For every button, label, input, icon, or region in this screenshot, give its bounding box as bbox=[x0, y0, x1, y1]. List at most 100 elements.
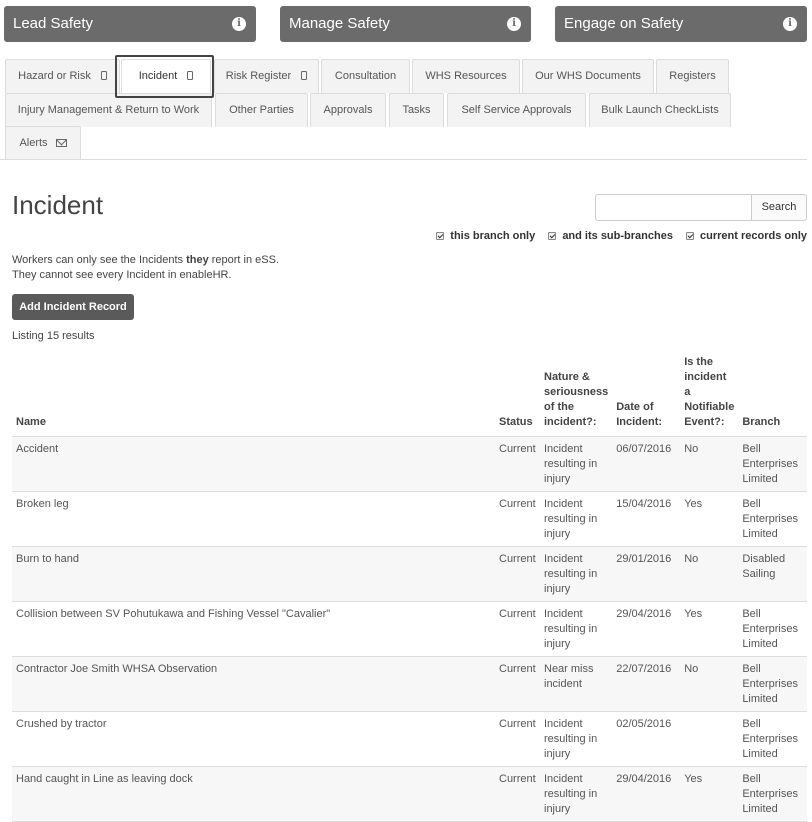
lead-safety-label: Lead Safety bbox=[13, 15, 94, 32]
cell-nature: Incident resulting in injury bbox=[540, 491, 613, 547]
cell-status: Current bbox=[495, 601, 540, 657]
tab-other-parties[interactable]: Other Parties bbox=[215, 93, 308, 127]
cell-status: Current bbox=[495, 491, 540, 547]
checkbox-checked[interactable] bbox=[436, 232, 445, 240]
add-incident-record-button[interactable]: Add Incident Record bbox=[12, 294, 134, 320]
col-name[interactable]: Name bbox=[12, 355, 495, 437]
col-status[interactable]: Status bbox=[495, 355, 540, 437]
checkbox-checked[interactable] bbox=[686, 232, 695, 240]
cell-branch: Bell Enterprises Limited bbox=[738, 436, 807, 492]
cell-name[interactable]: Contractor Joe Smith WHSA Observation bbox=[12, 656, 495, 712]
tab-incident[interactable]: Incident bbox=[121, 59, 211, 93]
table-row[interactable]: Broken leg Current Incident resulting in i… bbox=[12, 491, 807, 547]
info-icon[interactable]: i bbox=[507, 17, 521, 31]
cell-name[interactable]: Crushed by tractor bbox=[12, 711, 495, 767]
table-row[interactable]: Accident Current Incident resulting in inj… bbox=[12, 436, 807, 492]
tab-label: Consultation bbox=[334, 70, 397, 82]
tab-label: Risk Register bbox=[225, 70, 292, 82]
col-nature[interactable]: Nature & seriousness of the incident?: bbox=[540, 355, 613, 437]
cell-nature: Incident resulting in injury bbox=[540, 436, 613, 492]
tab-label: Our WHS Documents bbox=[535, 70, 641, 82]
cell-date: 29/04/2016 bbox=[612, 601, 681, 657]
table-row[interactable]: Collision between SV Pohutukawa and Fish… bbox=[12, 601, 807, 657]
cell-name[interactable]: Hand caught in Line as leaving dock bbox=[12, 766, 495, 822]
cell-date: 29/01/2016 bbox=[612, 546, 681, 602]
cell-date: 29/04/2016 bbox=[612, 766, 681, 822]
cell-date: 22/07/2016 bbox=[612, 656, 681, 712]
cell-nature: Incident resulting in injury bbox=[540, 601, 613, 657]
top-cards: Lead Safety i Manage Safety i Engage on … bbox=[0, 0, 812, 46]
search-input[interactable] bbox=[595, 194, 752, 221]
cell-branch: Bell Enterprises Limited bbox=[738, 656, 807, 712]
cell-notifiable: Yes bbox=[680, 491, 739, 547]
tab-label: Injury Management & Return to Work bbox=[17, 104, 200, 116]
col-date[interactable]: Date of Incident: bbox=[612, 355, 681, 437]
info-icon[interactable]: i bbox=[232, 17, 246, 31]
cell-branch: Bell Enterprises Limited bbox=[738, 711, 807, 767]
tab-alerts[interactable]: Alerts bbox=[5, 126, 81, 160]
mobile-icon bbox=[187, 71, 194, 80]
lead-safety-card[interactable]: Lead Safety i bbox=[4, 6, 256, 42]
table-row[interactable]: Hand caught in Line as leaving dock Curre… bbox=[12, 766, 807, 822]
cell-notifiable: Yes bbox=[680, 601, 739, 657]
table-row[interactable]: Crushed by tractor Current Incident result… bbox=[12, 711, 807, 767]
cell-branch: Bell Enterprises Limited bbox=[738, 491, 807, 547]
col-notifiable[interactable]: Is the incident a Notifiable Event?: bbox=[680, 355, 739, 437]
table-row[interactable]: Burn to hand Current Incident resulting in… bbox=[12, 546, 807, 602]
cell-nature: Incident resulting in injury bbox=[540, 546, 613, 602]
envelope-icon bbox=[55, 139, 67, 147]
checkbox-checked[interactable] bbox=[548, 232, 557, 240]
table-body: Accident Current Incident resulting in inj… bbox=[12, 436, 807, 822]
engage-on-safety-card[interactable]: Engage on Safety i bbox=[555, 6, 807, 42]
tab-risk-register[interactable]: Risk Register bbox=[214, 59, 319, 93]
cell-name[interactable]: Broken leg bbox=[12, 491, 495, 547]
manage-safety-label: Manage Safety bbox=[289, 15, 390, 32]
filter-current-records-only[interactable]: current records only bbox=[686, 230, 807, 242]
tab-label: Alerts bbox=[19, 137, 48, 149]
tab-tasks[interactable]: Tasks bbox=[389, 93, 444, 127]
cell-status: Current bbox=[495, 711, 540, 767]
cell-date: 06/07/2016 bbox=[612, 436, 681, 492]
tab-hazard-or-risk[interactable]: Hazard or Risk bbox=[5, 59, 120, 93]
cell-notifiable: No bbox=[680, 546, 739, 602]
cell-name[interactable]: Accident bbox=[12, 436, 495, 492]
tab-label: WHS Resources bbox=[425, 70, 507, 82]
tab-label: Registers bbox=[669, 70, 716, 82]
tab-whs-resources[interactable]: WHS Resources bbox=[412, 59, 520, 93]
listing-count: Listing 15 results bbox=[12, 330, 95, 342]
engage-on-safety-label: Engage on Safety bbox=[564, 15, 684, 32]
table-row[interactable]: Contractor Joe Smith WHSA Observation Cur… bbox=[12, 656, 807, 712]
tab-our-whs-documents[interactable]: Our WHS Documents bbox=[522, 59, 654, 93]
filters: this branch only and its sub-branches cu… bbox=[426, 230, 807, 242]
filter-this-branch-only[interactable]: this branch only bbox=[436, 230, 535, 242]
tab-registers[interactable]: Registers bbox=[656, 59, 729, 93]
tab-injury-management[interactable]: Injury Management & Return to Work bbox=[5, 93, 212, 127]
tab-label: Hazard or Risk bbox=[18, 70, 91, 82]
cell-status: Current bbox=[495, 436, 540, 492]
tab-label: Approvals bbox=[323, 104, 373, 116]
cell-status: Current bbox=[495, 546, 540, 602]
manage-safety-card[interactable]: Manage Safety i bbox=[280, 6, 531, 42]
col-branch[interactable]: Branch bbox=[738, 355, 807, 437]
search-button[interactable]: Search bbox=[751, 194, 807, 221]
table-header-row: Name Status Nature & seriousness of the … bbox=[12, 355, 807, 437]
tab-bulk-launch-checklists[interactable]: Bulk Launch CheckLists bbox=[589, 93, 731, 127]
info-note: Workers can only see the Incidents they … bbox=[12, 254, 280, 281]
tab-self-service-approvals[interactable]: Self Service Approvals bbox=[447, 93, 586, 127]
tab-consultation[interactable]: Consultation bbox=[321, 59, 410, 93]
page-title: Incident bbox=[12, 190, 104, 220]
tab-label: Incident bbox=[138, 70, 178, 82]
cell-notifiable: No bbox=[680, 436, 739, 492]
cell-notifiable bbox=[680, 711, 739, 767]
cell-status: Current bbox=[495, 766, 540, 822]
cell-nature: Near miss incident bbox=[540, 656, 613, 712]
tabs-divider bbox=[0, 159, 807, 160]
info-icon[interactable]: i bbox=[783, 17, 797, 31]
tab-label: Other Parties bbox=[229, 104, 294, 116]
cell-name[interactable]: Collision between SV Pohutukawa and Fish… bbox=[12, 601, 495, 657]
cell-notifiable: Yes bbox=[680, 766, 739, 822]
cell-name[interactable]: Burn to hand bbox=[12, 546, 495, 602]
cell-branch: Disabled Sailing bbox=[738, 546, 807, 602]
filter-sub-branches[interactable]: and its sub-branches bbox=[548, 230, 673, 242]
tab-approvals[interactable]: Approvals bbox=[310, 93, 386, 127]
